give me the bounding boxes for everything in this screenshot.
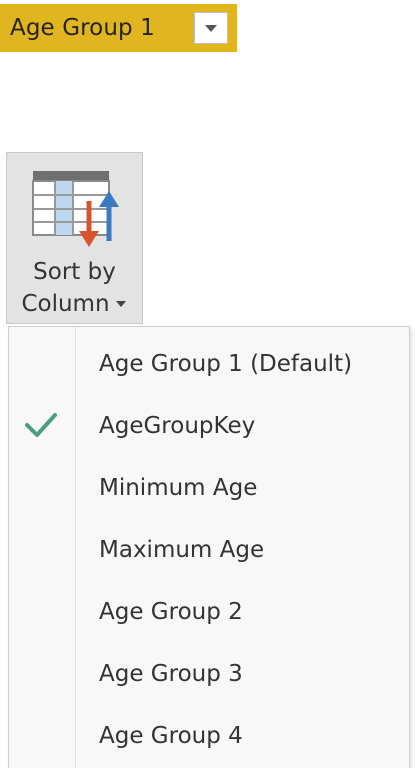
menu-item-label: Age Group 4: [99, 723, 243, 749]
sort-by-column-button[interactable]: Sort by Column: [6, 152, 143, 324]
menu-item-age-group-2[interactable]: Age Group 2: [9, 581, 409, 643]
checkmark-icon: [25, 413, 57, 437]
menu-item-maximum-age[interactable]: Maximum Age: [9, 519, 409, 581]
menu-item-label: Age Group 2: [99, 599, 243, 625]
sort-by-column-icon: [32, 171, 119, 247]
menu-item-label: Age Group 1 (Default): [99, 351, 353, 377]
menu-item-minimum-age[interactable]: Minimum Age: [9, 457, 409, 519]
menu-item-age-group-4[interactable]: Age Group 4: [9, 705, 409, 767]
sort-by-column-label-line2-wrap: Column: [7, 289, 142, 319]
menu-item-age-group-1-default[interactable]: Age Group 1 (Default): [9, 333, 409, 395]
menu-item-agegroupkey[interactable]: AgeGroupKey: [9, 395, 409, 457]
menu-item-label: Maximum Age: [99, 537, 265, 563]
field-selector-label: Age Group 1: [10, 15, 155, 41]
field-selector-dropdown-button[interactable]: [194, 12, 228, 44]
sort-by-column-label-line2: Column: [21, 291, 110, 317]
menu-item-age-group-3[interactable]: Age Group 3: [9, 643, 409, 705]
sort-by-column-label-line1: Sort by: [33, 259, 116, 285]
page: Age Group 1 Sort by Column Age Group 1 (…: [0, 0, 415, 768]
menu-item-label: Minimum Age: [99, 475, 258, 501]
menu-item-label: Age Group 3: [99, 661, 243, 687]
chevron-down-icon: [205, 24, 217, 32]
field-selector[interactable]: Age Group 1: [0, 4, 237, 52]
menu-item-label: AgeGroupKey: [99, 413, 256, 439]
sort-by-column-menu: Age Group 1 (Default) AgeGroupKey Minimu…: [8, 326, 410, 768]
caret-down-icon: [115, 301, 126, 307]
